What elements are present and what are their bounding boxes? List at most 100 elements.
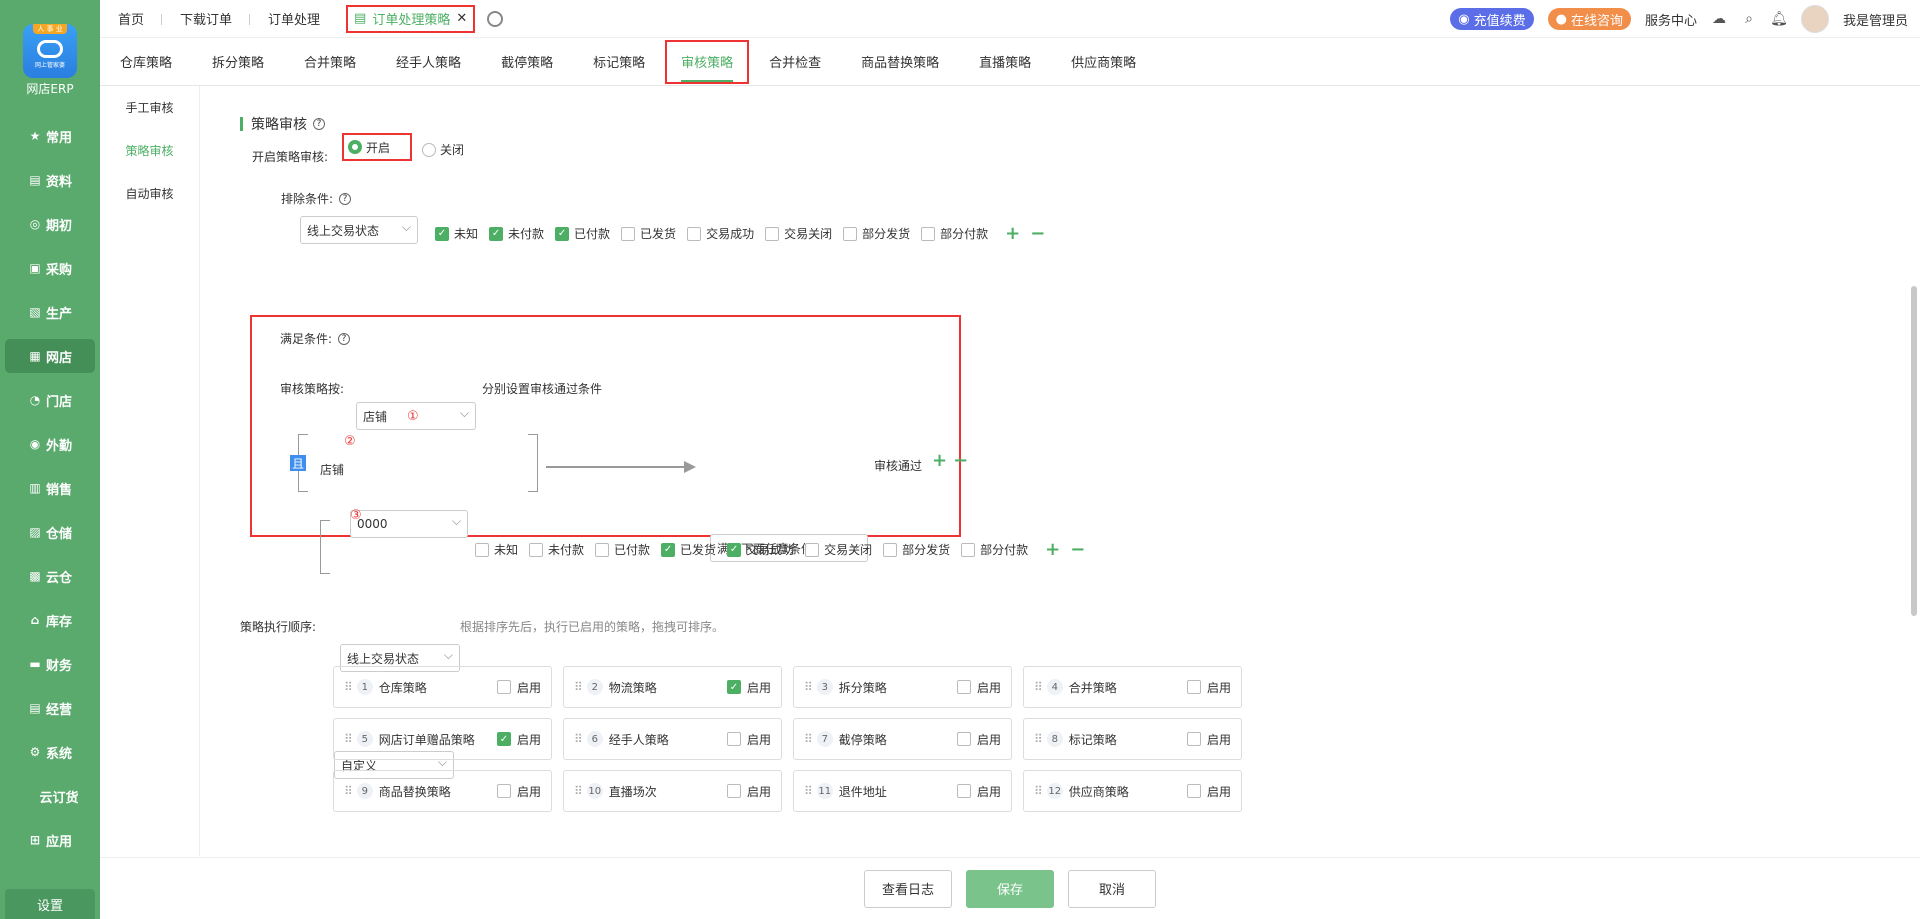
left-menu-item-0[interactable]: 手工审核 xyxy=(100,86,199,129)
strategy-card[interactable]: ⠿ 4 合并策略 启用 xyxy=(1023,666,1242,708)
bell-icon[interactable]: 🔔︎ xyxy=(1770,11,1788,27)
status-checkbox-6[interactable]: 部分发货 xyxy=(843,225,910,242)
strategy-card[interactable]: ⠿ 1 仓库策略 启用 xyxy=(333,666,552,708)
sidebar-item-12[interactable]: ▬ 财务 xyxy=(0,642,100,686)
user-name[interactable]: 我是管理员 xyxy=(1843,10,1908,29)
enable-on-radio[interactable]: 开启 xyxy=(342,133,412,161)
search-icon[interactable]: ⌕ xyxy=(1741,11,1757,27)
status-checkbox-7[interactable]: 部分付款 xyxy=(961,541,1028,558)
tab-strategy-8[interactable]: 商品替换策略 xyxy=(841,38,959,86)
strategy-card[interactable]: ⠿ 3 拆分策略 启用 xyxy=(793,666,1012,708)
audit-by-select[interactable]: 店铺 ① xyxy=(356,402,476,430)
tab-active[interactable]: ▤ 订单处理策略 ✕ xyxy=(346,4,476,33)
strategy-card[interactable]: ⠿ 9 商品替换策略 启用 xyxy=(333,770,552,812)
tab-strategy-4[interactable]: 截停策略 xyxy=(481,38,573,86)
enable-off-radio[interactable]: 关闭 xyxy=(422,141,464,158)
drag-handle-icon[interactable]: ⠿ xyxy=(1034,732,1043,746)
enable-checkbox[interactable] xyxy=(1186,680,1201,694)
sidebar-item-14[interactable]: ⚙ 系统 xyxy=(0,730,100,774)
cancel-button[interactable]: 取消 xyxy=(1068,869,1156,908)
sidebar-item-7[interactable]: ◉ 外勤 xyxy=(0,422,100,466)
help-icon[interactable]: ? xyxy=(339,192,352,205)
strategy-card[interactable]: ⠿ 10 直播场次 启用 xyxy=(563,770,782,812)
sidebar-item-3[interactable]: ▣ 采购 xyxy=(0,246,100,290)
left-menu-item-2[interactable]: 自动审核 xyxy=(100,172,199,215)
drag-handle-icon[interactable]: ⠿ xyxy=(344,784,353,798)
drag-handle-icon[interactable]: ⠿ xyxy=(344,680,353,694)
enable-checkbox[interactable] xyxy=(726,732,741,746)
sidebar-item-10[interactable]: ▩ 云仓 xyxy=(0,554,100,598)
sidebar-item-8[interactable]: ▥ 销售 xyxy=(0,466,100,510)
tab-home[interactable]: 首页 xyxy=(100,0,163,38)
tab-strategy-6[interactable]: 审核策略 xyxy=(665,39,750,84)
close-icon[interactable]: ✕ xyxy=(456,11,467,26)
enable-checkbox[interactable] xyxy=(956,732,971,746)
sidebar-item-6[interactable]: ◔ 门店 xyxy=(0,378,100,422)
status-checkbox-4[interactable]: 交易成功 xyxy=(687,225,754,242)
drag-handle-icon[interactable]: ⠿ xyxy=(574,680,583,694)
drag-handle-icon[interactable]: ⠿ xyxy=(1034,784,1043,798)
enable-checkbox[interactable] xyxy=(1186,732,1201,746)
strategy-card[interactable]: ⠿ 2 物流策略 ✓ 启用 xyxy=(563,666,782,708)
sidebar-item-16[interactable]: ⊞ 应用 xyxy=(0,818,100,862)
minus-icon[interactable]: − xyxy=(1070,539,1085,560)
enable-checkbox[interactable] xyxy=(956,784,971,798)
tab-strategy-1[interactable]: 拆分策略 xyxy=(192,38,284,86)
minus-icon[interactable]: − xyxy=(1030,223,1045,244)
plus-icon[interactable]: + xyxy=(1045,539,1060,560)
status-checkbox-2[interactable]: ✓ 已付款 xyxy=(555,225,610,242)
strategy-card[interactable]: ⠿ 11 退件地址 启用 xyxy=(793,770,1012,812)
and-badge[interactable]: 且 xyxy=(290,455,306,471)
enable-checkbox[interactable] xyxy=(496,784,511,798)
scrollbar-thumb[interactable] xyxy=(1911,286,1917,616)
status-checkbox-1[interactable]: 未付款 xyxy=(529,541,584,558)
strategy-card[interactable]: ⠿ 5 网店订单赠品策略 ✓ 启用 xyxy=(333,718,552,760)
tab-process[interactable]: 订单处理 xyxy=(250,0,338,38)
help-icon[interactable]: ? xyxy=(313,118,325,130)
view-log-button[interactable]: 查看日志 xyxy=(864,869,952,908)
enable-checkbox[interactable] xyxy=(496,680,511,694)
strategy-card[interactable]: ⠿ 7 截停策略 启用 xyxy=(793,718,1012,760)
sidebar-item-15[interactable]: 云订货 xyxy=(0,774,100,818)
gear-icon[interactable] xyxy=(487,10,504,27)
drag-handle-icon[interactable]: ⠿ xyxy=(804,680,813,694)
sidebar-item-4[interactable]: ▧ 生产 xyxy=(0,290,100,334)
tab-strategy-3[interactable]: 经手人策略 xyxy=(376,38,481,86)
drag-handle-icon[interactable]: ⠿ xyxy=(574,784,583,798)
settings-button[interactable]: 设置 xyxy=(5,889,95,919)
sidebar-item-11[interactable]: ⌂ 库存 xyxy=(0,598,100,642)
status-checkbox-7[interactable]: 部分付款 xyxy=(921,225,988,242)
plus-icon[interactable]: + xyxy=(932,450,947,471)
drag-handle-icon[interactable]: ⠿ xyxy=(344,732,353,746)
status-checkbox-0[interactable]: ✓ 未知 xyxy=(435,225,478,242)
status-checkbox-6[interactable]: 部分发货 xyxy=(883,541,950,558)
status-checkbox-0[interactable]: 未知 xyxy=(475,541,518,558)
enable-checkbox[interactable]: ✓ xyxy=(726,680,741,694)
minus-icon[interactable]: − xyxy=(953,450,968,471)
enable-checkbox[interactable] xyxy=(726,784,741,798)
sidebar-item-13[interactable]: ▤ 经营 xyxy=(0,686,100,730)
drag-handle-icon[interactable]: ⠿ xyxy=(804,784,813,798)
sidebar-item-1[interactable]: ▤ 资料 xyxy=(0,158,100,202)
strategy-card[interactable]: ⠿ 6 经手人策略 启用 xyxy=(563,718,782,760)
service-center-link[interactable]: 服务中心 xyxy=(1645,10,1697,29)
shop-select[interactable]: 0000 xyxy=(350,510,468,538)
left-menu-item-1[interactable]: 策略审核 xyxy=(100,129,199,172)
help-icon[interactable]: ? xyxy=(338,332,351,345)
enable-checkbox[interactable] xyxy=(1186,784,1201,798)
drag-handle-icon[interactable]: ⠿ xyxy=(574,732,583,746)
exclude-status-select[interactable]: 线上交易状态 xyxy=(300,216,418,244)
status-checkbox-5[interactable]: 交易关闭 xyxy=(805,541,872,558)
tab-strategy-5[interactable]: 标记策略 xyxy=(573,38,665,86)
scrollbar[interactable] xyxy=(1910,86,1918,846)
tab-download[interactable]: 下载订单 xyxy=(162,0,251,38)
tab-strategy-0[interactable]: 仓库策略 xyxy=(100,38,192,86)
drag-handle-icon[interactable]: ⠿ xyxy=(804,732,813,746)
enable-checkbox[interactable] xyxy=(956,680,971,694)
consult-button[interactable]: ● 在线咨询 xyxy=(1547,8,1631,30)
sidebar-item-0[interactable]: ★ 常用 xyxy=(0,114,100,158)
save-button[interactable]: 保存 xyxy=(966,869,1054,908)
status-checkbox-1[interactable]: ✓ 未付款 xyxy=(489,225,544,242)
strategy-card[interactable]: ⠿ 8 标记策略 启用 xyxy=(1023,718,1242,760)
drag-handle-icon[interactable]: ⠿ xyxy=(1034,680,1043,694)
